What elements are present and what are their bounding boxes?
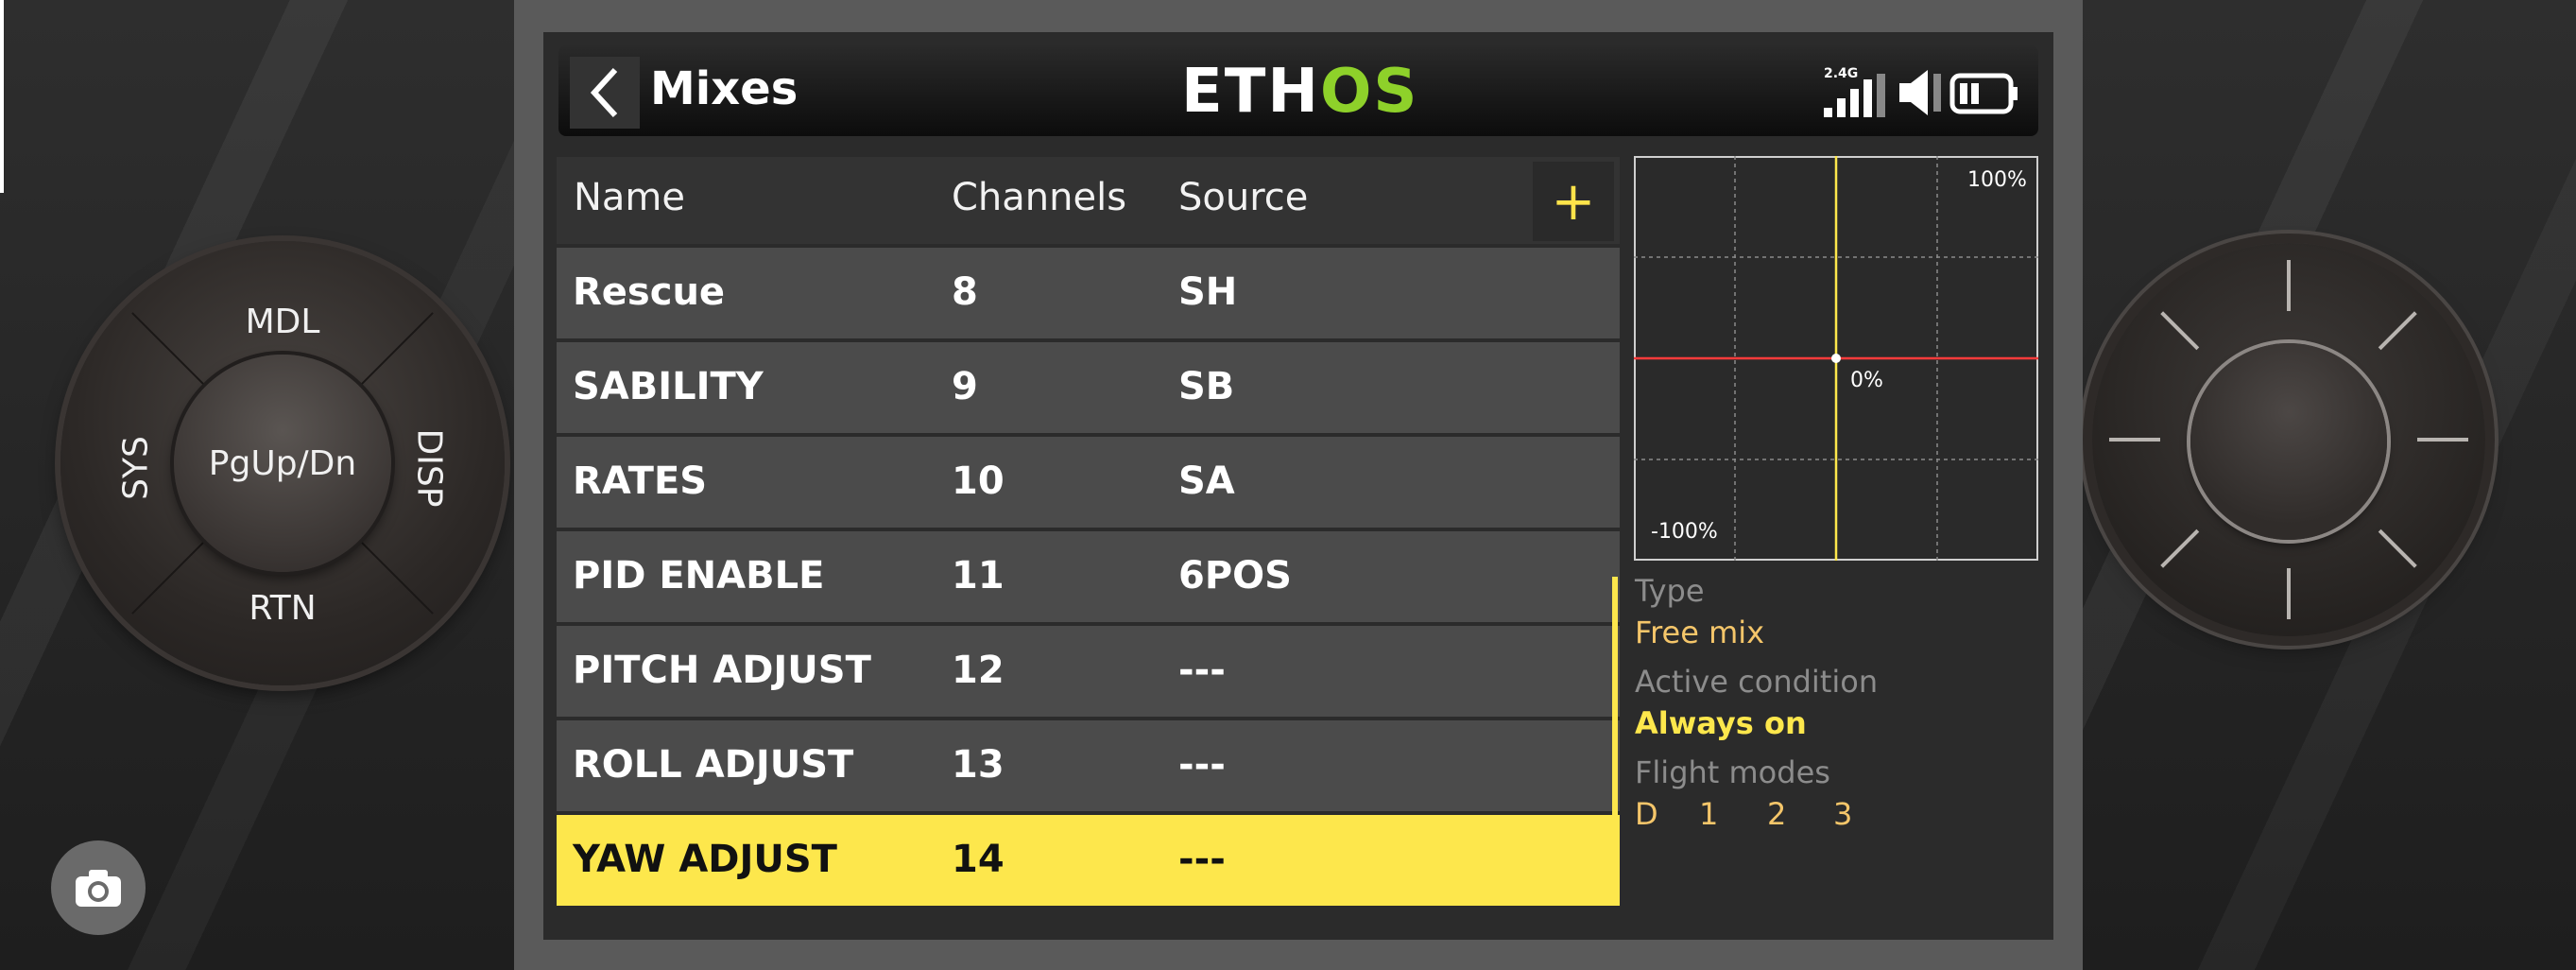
speaker-icon: [1899, 70, 1941, 115]
flight-mode-item: D: [1635, 796, 1658, 832]
wheel-tick: [2160, 311, 2200, 351]
logo-accent: OS: [1319, 57, 1419, 127]
signal-icon: 2.4G: [1824, 66, 1885, 117]
curve-point: [1831, 354, 1841, 363]
mix-curve-graph: [1634, 156, 2038, 561]
wheel-center[interactable]: [2190, 343, 2387, 540]
mix-channel: 9: [952, 365, 978, 408]
mix-source: ---: [1178, 649, 1226, 692]
mix-channel: 11: [952, 554, 1005, 598]
wheel-tick: [2109, 438, 2160, 442]
mix-channel: 13: [952, 743, 1005, 787]
mix-name: RATES: [573, 459, 708, 503]
mix-source: SB: [1178, 365, 1235, 408]
table-row[interactable]: RATES 10 SA: [557, 437, 1620, 528]
table-row[interactable]: PITCH ADJUST 12 ---: [557, 626, 1620, 717]
wheel-tick: [2378, 311, 2417, 351]
table-row[interactable]: ROLL ADJUST 13 ---: [557, 720, 1620, 811]
table-row-selected[interactable]: YAW ADJUST 14 ---: [557, 815, 1620, 906]
curve-center-label: 0%: [1850, 369, 1883, 392]
curve-min-label: -100%: [1651, 520, 1718, 544]
mix-name: PID ENABLE: [573, 554, 825, 598]
mix-source: ---: [1178, 743, 1226, 787]
wheel-tick: [2287, 568, 2291, 619]
mdl-button[interactable]: MDL: [246, 303, 320, 341]
navigation-pad: MDL RTN SYS DISP PgUp/Dn: [60, 241, 505, 685]
rotary-wheel[interactable]: [2092, 243, 2485, 636]
table-row[interactable]: SABILITY 9 SB: [557, 342, 1620, 433]
flight-modes-label: Flight modes: [1635, 754, 1830, 790]
mix-source: SH: [1178, 270, 1238, 314]
mix-name: Rescue: [573, 270, 726, 314]
type-value: Free mix: [1635, 615, 1765, 650]
mix-name: SABILITY: [573, 365, 764, 408]
mix-channel: 10: [952, 459, 1005, 503]
wheel-tick: [2378, 528, 2417, 568]
screenshot-button[interactable]: [51, 840, 146, 935]
pgup-dn-button[interactable]: PgUp/Dn: [174, 355, 391, 572]
type-label: Type: [1635, 573, 1705, 609]
active-condition-label: Active condition: [1635, 664, 1879, 700]
mix-channel: 14: [952, 838, 1005, 881]
add-mix-button[interactable]: +: [1533, 162, 1614, 241]
back-button[interactable]: [570, 57, 640, 129]
disp-button[interactable]: DISP: [410, 429, 449, 508]
table-row[interactable]: Rescue 8 SH: [557, 248, 1620, 338]
active-condition-value: Always on: [1635, 705, 1807, 741]
mix-channel: 12: [952, 649, 1005, 692]
column-header-channels: Channels: [952, 176, 1127, 219]
chevron-left-icon: [590, 67, 618, 118]
wheel-tick: [2287, 260, 2291, 311]
wheel-tick: [2160, 528, 2200, 568]
rtn-button[interactable]: RTN: [249, 589, 316, 628]
sys-button[interactable]: SYS: [117, 436, 156, 500]
mix-source: ---: [1178, 838, 1226, 881]
flight-mode-item: 3: [1833, 796, 1853, 832]
mix-channel: 8: [952, 270, 978, 314]
column-header-source: Source: [1178, 176, 1309, 219]
logo-main: ETH: [1181, 57, 1320, 127]
mix-list: Rescue 8 SH SABILITY 9 SB RATES 10 SA PI…: [557, 248, 1620, 909]
camera-icon: [76, 870, 121, 907]
curve-max-label: 100%: [1967, 168, 2027, 192]
status-area: 2.4G: [1822, 64, 2020, 121]
mix-name: PITCH ADJUST: [573, 649, 871, 692]
mix-source: SA: [1178, 459, 1235, 503]
page-title: Mixes: [650, 62, 799, 115]
mix-name: YAW ADJUST: [573, 838, 837, 881]
flight-mode-item: 1: [1699, 796, 1719, 832]
flight-mode-item: 2: [1767, 796, 1787, 832]
column-header-name: Name: [574, 176, 686, 219]
ethos-logo: ETHOS: [1181, 57, 1418, 127]
svg-text:2.4G: 2.4G: [1824, 66, 1858, 81]
wheel-tick: [2417, 438, 2468, 442]
list-scrollbar[interactable]: [1612, 577, 1618, 836]
mix-name: ROLL ADJUST: [573, 743, 854, 787]
mix-source: 6POS: [1178, 554, 1292, 598]
battery-icon: [1949, 73, 2018, 114]
table-row[interactable]: PID ENABLE 11 6POS: [557, 531, 1620, 622]
window-edge: [0, 0, 4, 193]
